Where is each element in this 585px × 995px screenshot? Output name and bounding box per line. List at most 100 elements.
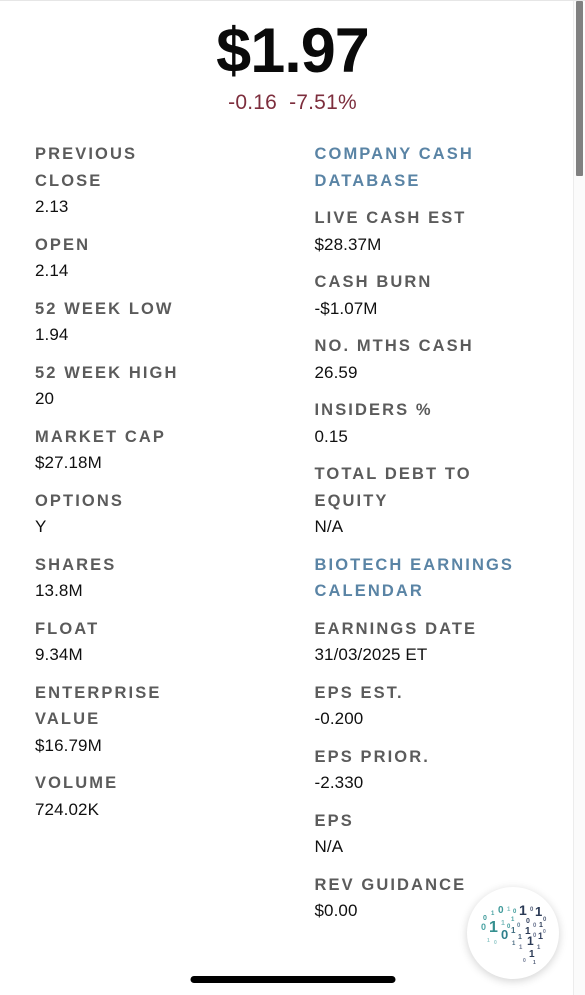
stat-value: N/A (315, 514, 576, 541)
stat-label: OPTIONS (35, 488, 185, 515)
home-indicator (190, 976, 395, 983)
section-heading-company-cash-database[interactable]: COMPANY CASH DATABASE (315, 141, 576, 194)
stat-value: $28.37M (315, 232, 576, 259)
stat-label: VOLUME (35, 770, 185, 797)
stat-label: EARNINGS DATE (315, 616, 535, 643)
binary-brain-badge-button[interactable]: 0 1 0 1 0 0 1 1 0 1 0 0 1 1 0 1 1 0 1 0 … (467, 887, 559, 979)
stat-label: INSIDERS % (315, 397, 535, 424)
current-price: $1.97 (0, 15, 585, 87)
stat-value: 13.8M (35, 578, 281, 605)
stat-row: EPS EST. -0.200 (315, 680, 576, 733)
stat-value: $16.79M (35, 733, 281, 760)
svg-text:0: 0 (483, 915, 487, 922)
stat-value: 1.94 (35, 322, 281, 349)
stat-row: EARNINGS DATE 31/03/2025 ET (315, 616, 576, 669)
svg-text:1: 1 (519, 902, 527, 918)
stat-label: EPS EST. (315, 680, 535, 707)
stat-value: 724.02K (35, 797, 281, 824)
stat-row: PREVIOUS CLOSE 2.13 (35, 141, 281, 221)
svg-text:1: 1 (533, 960, 536, 966)
svg-text:1: 1 (501, 920, 505, 927)
stat-value: 20 (35, 386, 281, 413)
svg-text:0: 0 (481, 922, 486, 932)
stat-label: LIVE CASH EST (315, 205, 535, 232)
stats-grid: PREVIOUS CLOSE 2.13 OPEN 2.14 52 WEEK LO… (0, 141, 585, 936)
stat-label: EPS (315, 808, 535, 835)
stat-label: 52 WEEK LOW (35, 296, 185, 323)
stat-row: VOLUME 724.02K (35, 770, 281, 823)
stat-row: LIVE CASH EST $28.37M (315, 205, 576, 258)
scrollbar-thumb[interactable] (576, 1, 583, 176)
stat-label: PREVIOUS CLOSE (35, 141, 185, 194)
stat-row: OPEN 2.14 (35, 232, 281, 285)
stat-value: $27.18M (35, 450, 281, 477)
stat-row: SHARES 13.8M (35, 552, 281, 605)
stat-row: NO. MTHS CASH 26.59 (315, 333, 576, 386)
stat-label: NO. MTHS CASH (315, 333, 535, 360)
svg-text:0: 0 (494, 940, 497, 946)
stat-row: INSIDERS % 0.15 (315, 397, 576, 450)
svg-text:0: 0 (517, 923, 521, 929)
svg-text:1: 1 (535, 904, 542, 919)
stat-row: FLOAT 9.34M (35, 616, 281, 669)
svg-text:1: 1 (487, 938, 490, 944)
stat-label: TOTAL DEBT TO EQUITY (315, 461, 535, 514)
stat-value: 2.13 (35, 194, 281, 221)
price-change-absolute: -0.16 (228, 91, 277, 114)
stat-row: EPS N/A (315, 808, 576, 861)
svg-text:0: 0 (533, 923, 537, 929)
svg-text:1: 1 (518, 934, 522, 941)
svg-text:1: 1 (512, 941, 516, 947)
svg-text:1: 1 (491, 911, 495, 917)
stat-row: 52 WEEK HIGH 20 (35, 360, 281, 413)
stat-value: 26.59 (315, 360, 576, 387)
quote-header: $1.97 -0.16 -7.51% (0, 1, 585, 115)
stat-value: -$1.07M (315, 296, 576, 323)
stat-value: -0.200 (315, 706, 576, 733)
svg-text:1: 1 (489, 919, 498, 936)
stat-row: TOTAL DEBT TO EQUITY N/A (315, 461, 576, 541)
binary-brain-icon: 0 1 0 1 0 0 1 1 0 1 0 0 1 1 0 1 1 0 1 0 … (467, 887, 559, 979)
svg-text:0: 0 (501, 927, 508, 942)
price-change-percent: -7.51% (289, 91, 357, 114)
stat-value: 0.15 (315, 424, 576, 451)
stat-label: OPEN (35, 232, 185, 259)
svg-text:1: 1 (529, 949, 535, 960)
stat-label: CASH BURN (315, 269, 535, 296)
stat-value: 2.14 (35, 258, 281, 285)
stat-value: Y (35, 514, 281, 541)
svg-text:1: 1 (511, 917, 515, 923)
stat-label: 52 WEEK HIGH (35, 360, 185, 387)
stat-value: 31/03/2025 ET (315, 642, 576, 669)
price-change-row: -0.16 -7.51% (0, 91, 585, 115)
stat-value: N/A (315, 834, 576, 861)
section-heading-biotech-earnings-calendar[interactable]: BIOTECH EARNINGS CALENDAR (315, 552, 576, 605)
svg-text:1: 1 (537, 945, 541, 951)
stat-row: CASH BURN -$1.07M (315, 269, 576, 322)
svg-text:0: 0 (523, 958, 526, 964)
svg-text:0: 0 (513, 909, 517, 915)
stat-label: SHARES (35, 552, 185, 579)
svg-text:0: 0 (543, 929, 546, 935)
stat-label: ENTERPRISE VALUE (35, 680, 185, 733)
stats-column-left: PREVIOUS CLOSE 2.13 OPEN 2.14 52 WEEK LO… (0, 141, 293, 834)
svg-text:1: 1 (539, 922, 543, 929)
svg-text:0: 0 (530, 907, 534, 913)
stat-value: -2.330 (315, 770, 576, 797)
svg-text:0: 0 (498, 905, 504, 916)
stat-row: OPTIONS Y (35, 488, 281, 541)
stat-row: 52 WEEK LOW 1.94 (35, 296, 281, 349)
stats-column-right: COMPANY CASH DATABASE LIVE CASH EST $28.… (293, 141, 585, 936)
stat-row: EPS PRIOR. -2.330 (315, 744, 576, 797)
stat-row: ENTERPRISE VALUE $16.79M (35, 680, 281, 760)
svg-text:1: 1 (507, 907, 511, 913)
stat-label: FLOAT (35, 616, 185, 643)
svg-text:0: 0 (526, 918, 530, 925)
svg-text:1: 1 (511, 926, 516, 935)
stat-row: MARKET CAP $27.18M (35, 424, 281, 477)
stat-value: 9.34M (35, 642, 281, 669)
svg-text:0: 0 (543, 917, 547, 923)
svg-text:1: 1 (527, 934, 534, 948)
svg-text:1: 1 (519, 945, 523, 951)
stat-label: EPS PRIOR. (315, 744, 535, 771)
